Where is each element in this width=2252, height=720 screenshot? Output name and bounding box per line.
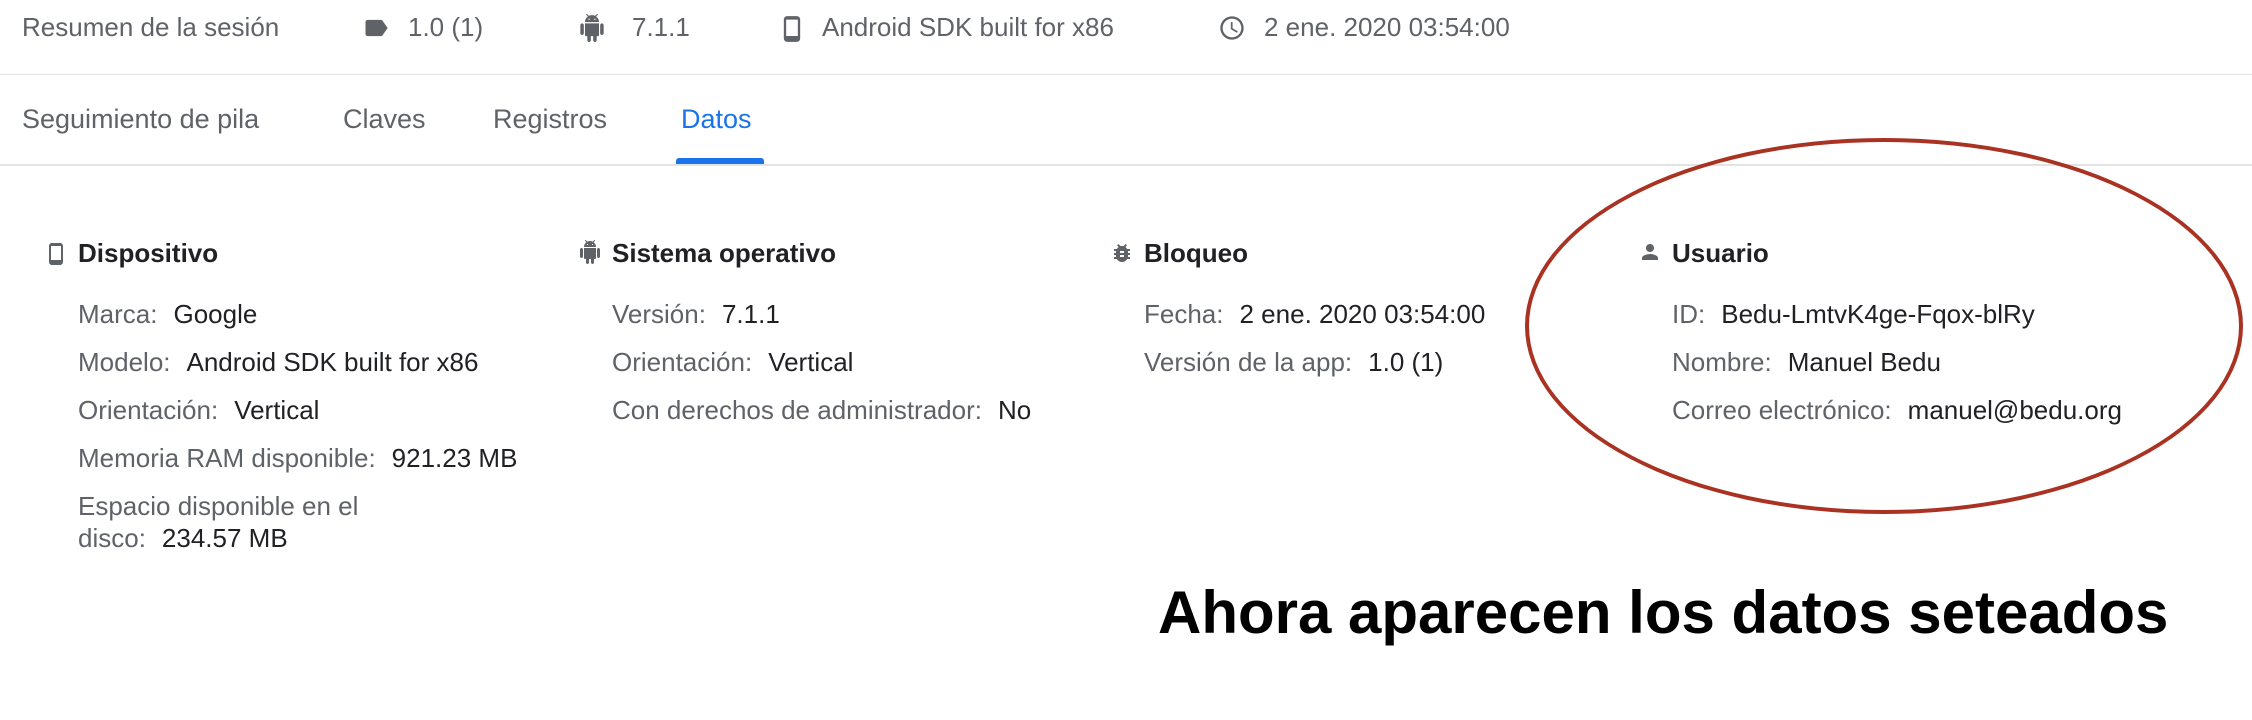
summary-app-version: 1.0 (1)	[362, 12, 522, 44]
device-orientation-row: Orientación: Vertical	[78, 394, 524, 426]
phone-icon	[44, 240, 70, 266]
device-orientation-value: Vertical	[234, 395, 320, 425]
active-tab-indicator	[676, 158, 764, 164]
os-orientation-value: Vertical	[768, 347, 854, 377]
tab-keys[interactable]: Claves	[343, 104, 426, 135]
os-section-title: Sistema operativo	[612, 238, 836, 268]
tab-logs[interactable]: Registros	[493, 104, 607, 135]
crash-date-label: Fecha:	[1144, 299, 1224, 329]
session-summary-bar: Resumen de la sesión 1.0 (1) 7.1.1 Andro…	[0, 0, 2252, 75]
summary-os-version-text: 7.1.1	[632, 12, 690, 42]
device-ram-value: 921.23 MB	[391, 443, 518, 473]
phone-icon	[778, 14, 808, 44]
device-model-label: Modelo:	[78, 347, 171, 377]
os-version-label: Versión:	[612, 299, 706, 329]
android-icon	[578, 14, 608, 44]
device-ram-label: Memoria RAM disponible:	[78, 443, 376, 473]
summary-app-version-text: 1.0 (1)	[408, 12, 484, 42]
device-disk-value: 234.57 MB	[161, 523, 288, 553]
device-model-row: Modelo: Android SDK built for x86	[78, 346, 524, 378]
crash-app-version-label: Versión de la app:	[1144, 347, 1353, 377]
summary-timestamp: 2 ene. 2020 03:54:00	[1218, 12, 1558, 44]
crash-section: Bloqueo Fecha: 2 ene. 2020 03:54:00 Versi…	[1110, 236, 1540, 394]
tab-data[interactable]: Datos	[681, 104, 752, 135]
crash-date-value: 2 ene. 2020 03:54:00	[1239, 299, 1486, 329]
os-version-row: Versión: 7.1.1	[612, 298, 1048, 330]
crash-date-row: Fecha: 2 ene. 2020 03:54:00	[1144, 298, 1540, 330]
device-model-value: Android SDK built for x86	[186, 347, 479, 377]
summary-device-text: Android SDK built for x86	[822, 12, 1114, 42]
device-section: Dispositivo Marca: Google Modelo: Android …	[44, 236, 524, 570]
os-root-label: Con derechos de administrador:	[612, 395, 982, 425]
session-summary-title: Resumen de la sesión	[22, 12, 280, 42]
crash-app-version-row: Versión de la app: 1.0 (1)	[1144, 346, 1540, 378]
os-version-value: 7.1.1	[721, 299, 780, 329]
summary-device: Android SDK built for x86	[778, 12, 1158, 44]
clock-icon	[1218, 14, 1248, 44]
device-orientation-label: Orientación:	[78, 395, 219, 425]
os-root-value: No	[997, 395, 1032, 425]
tab-stack-trace[interactable]: Seguimiento de pila	[22, 104, 259, 135]
device-disk-row: Espacio disponible en el disco: 234.57 MB	[78, 490, 508, 554]
crash-app-version-value: 1.0 (1)	[1368, 347, 1444, 377]
device-section-title: Dispositivo	[78, 238, 219, 268]
bug-icon	[1110, 240, 1136, 266]
tag-icon	[362, 14, 392, 44]
crash-section-title: Bloqueo	[1144, 238, 1248, 268]
highlight-ellipse	[1525, 138, 2243, 514]
device-brand-row: Marca: Google	[78, 298, 524, 330]
device-ram-row: Memoria RAM disponible: 921.23 MB	[78, 442, 524, 474]
os-orientation-row: Orientación: Vertical	[612, 346, 1048, 378]
android-icon	[578, 240, 604, 266]
annotation-caption: Ahora aparecen los datos seteados	[1158, 579, 2169, 646]
os-root-row: Con derechos de administrador: No	[612, 394, 1032, 426]
os-orientation-label: Orientación:	[612, 347, 753, 377]
device-brand-value: Google	[173, 299, 258, 329]
os-section: Sistema operativo Versión: 7.1.1 Orientac…	[578, 236, 1048, 442]
summary-os-version: 7.1.1	[578, 12, 718, 44]
device-brand-label: Marca:	[78, 299, 158, 329]
summary-timestamp-text: 2 ene. 2020 03:54:00	[1264, 12, 1510, 42]
